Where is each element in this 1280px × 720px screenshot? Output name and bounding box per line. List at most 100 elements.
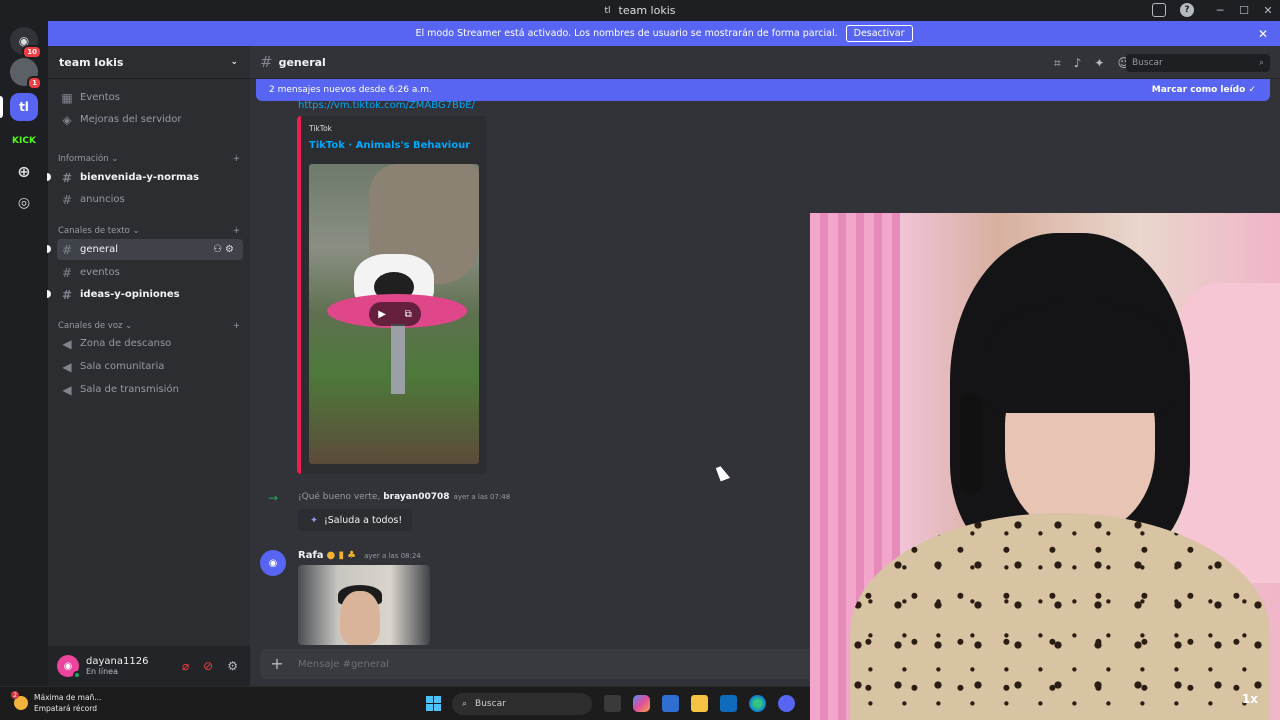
server-button-1[interactable]: 1 <box>10 58 42 90</box>
wave-button[interactable]: ✦ ¡Saluda a todos! <box>298 509 412 531</box>
message-image[interactable] <box>298 565 430 645</box>
bell-icon[interactable]: ♪ <box>1074 56 1082 71</box>
channel-sidebar: team lokis ⌄ ▦ Eventos ◈ Mejoras del ser… <box>47 46 250 686</box>
file-explorer-icon[interactable] <box>691 695 708 712</box>
attach-plus-icon[interactable]: + <box>268 655 286 673</box>
embed-video-thumbnail[interactable]: ▶ ⧉ <box>309 164 479 464</box>
add-channel-icon[interactable]: + <box>233 226 240 236</box>
minimize-button[interactable]: ─ <box>1208 4 1232 17</box>
voice-channel-sala-de-transmision[interactable]: ◀ Sala de transmisión <box>57 379 243 400</box>
sidebar-item-boosts[interactable]: ◈ Mejoras del servidor <box>57 109 243 130</box>
boost-icon: ◈ <box>62 112 72 127</box>
message-input[interactable] <box>298 658 698 670</box>
channel-label: Sala de transmisión <box>80 384 179 395</box>
channel-label: anuncios <box>80 194 125 205</box>
sidebar-item-label: Eventos <box>80 92 120 103</box>
search-icon: ⌕ <box>1258 58 1264 68</box>
hash-icon: # <box>61 287 73 302</box>
category-info[interactable]: Información ⌄ + <box>58 154 240 164</box>
banner-text: El modo Streamer está activado. Los nomb… <box>415 28 838 39</box>
hash-icon: # <box>61 265 73 280</box>
channel-bienvenida-y-normas[interactable]: # bienvenida-y-normas <box>57 167 243 188</box>
system-join-message: ¡Qué bueno verte, brayan00708 ayer a las … <box>298 492 511 502</box>
open-external-icon: ⧉ <box>404 308 412 320</box>
taskbar-apps <box>604 695 795 712</box>
discord-taskbar-icon[interactable] <box>778 695 795 712</box>
embed-provider[interactable]: TikTok <box>309 124 332 133</box>
voice-channel-zona-de-descanso[interactable]: ◀ Zona de descanso <box>57 333 243 354</box>
mark-as-read-button[interactable]: Marcar como leído ✓ <box>1152 85 1256 95</box>
close-icon[interactable]: ✕ <box>1258 27 1268 41</box>
embed-title[interactable]: TikTok · Animals's Behaviour <box>309 140 470 151</box>
weather-title: Máxima de mañ... <box>34 693 102 702</box>
add-server-button[interactable]: ⊕ <box>10 157 38 185</box>
message-author[interactable]: Rafa ● ▮ ♣ ayer a las 08:24 <box>298 550 421 561</box>
calendar-icon: ▦ <box>61 90 73 105</box>
message-link[interactable]: https://vm.tiktok.com/ZMABG7BbE/ <box>298 100 475 111</box>
channel-anuncios[interactable]: # anuncios <box>57 189 243 210</box>
category-text[interactable]: Canales de texto ⌄ + <box>58 226 240 236</box>
wave-button-label: ¡Saluda a todos! <box>323 514 403 526</box>
play-icon: ▶ <box>378 308 386 320</box>
username: dayana1126 <box>86 656 149 667</box>
add-channel-icon[interactable]: + <box>233 154 240 164</box>
speaker-icon: ◀ <box>62 382 72 397</box>
add-channel-icon[interactable]: + <box>233 321 240 331</box>
pin-icon[interactable]: ✦ <box>1094 56 1104 71</box>
channel-eventos[interactable]: # eventos <box>57 262 243 283</box>
avatar[interactable]: ◉ <box>57 655 81 679</box>
home-badge: 10 <box>22 45 42 59</box>
join-arrow-icon: → <box>268 491 279 505</box>
inbox-icon[interactable] <box>1152 3 1166 17</box>
timestamp: ayer a las 07:48 <box>453 493 511 501</box>
channel-general[interactable]: # general ⚇⚙ <box>57 239 243 260</box>
server-button-kick[interactable]: KICK <box>10 127 38 155</box>
unread-indicator <box>47 173 51 181</box>
webcam-overlay: 1x <box>810 213 1280 720</box>
explore-button[interactable]: ◎ <box>10 189 38 217</box>
weather-subtitle: Empatará récord <box>34 704 97 713</box>
disable-streamer-button[interactable]: Desactivar <box>845 25 913 42</box>
weather-widget[interactable]: 2 Máxima de mañ... Empatará récord <box>11 691 102 714</box>
home-discord-button[interactable]: ◉ 10 <box>10 27 42 59</box>
channel-label: bienvenida-y-normas <box>80 172 200 183</box>
play-button[interactable]: ▶ ⧉ <box>369 302 421 326</box>
online-status-dot <box>73 671 81 679</box>
category-voice[interactable]: Canales de voz ⌄ + <box>58 321 240 331</box>
hash-icon: # <box>61 242 73 257</box>
chevron-down-icon: ⌄ <box>230 57 238 67</box>
search-icon: ⌕ <box>462 699 468 709</box>
server-icon: tl <box>604 5 611 16</box>
new-messages-bar[interactable]: 2 mensajes nuevos desde 6:26 a.m. Marcar… <box>256 79 1270 101</box>
playback-speed-label: 1x <box>1241 692 1258 706</box>
hash-icon: # <box>61 192 73 207</box>
role-badges-icon: ● ▮ ♣ <box>326 550 357 561</box>
close-window-button[interactable]: ✕ <box>1256 4 1280 17</box>
channel-settings-icon[interactable]: ⚇⚙ <box>213 244 237 255</box>
headphones-muted-icon[interactable]: ⊘ <box>203 659 213 673</box>
server-rail: ◉ 10 1 tl KICK ⊕ ◎ <box>0 21 48 686</box>
threads-icon[interactable]: ⌗ <box>1054 56 1061 71</box>
help-icon[interactable]: ? <box>1180 3 1194 17</box>
outlook-icon[interactable] <box>720 695 737 712</box>
edge-icon[interactable] <box>749 695 766 712</box>
task-view-icon[interactable] <box>604 695 621 712</box>
voice-channel-sala-comunitaria[interactable]: ◀ Sala comunitaria <box>57 356 243 377</box>
avatar[interactable]: ◉ <box>260 550 286 576</box>
maximize-button[interactable]: ☐ <box>1232 4 1256 17</box>
channel-ideas-y-opiniones[interactable]: # ideas-y-opiniones <box>57 284 243 305</box>
copilot-icon[interactable] <box>633 695 650 712</box>
speaker-icon: ◀ <box>62 359 72 374</box>
joined-username[interactable]: brayan00708 <box>383 492 449 502</box>
gear-icon[interactable]: ⚙ <box>227 659 238 673</box>
search-input[interactable]: Buscar ⌕ <box>1126 54 1270 72</box>
mic-muted-icon[interactable]: ⌀ <box>182 659 189 673</box>
store-icon[interactable] <box>662 695 679 712</box>
sidebar-item-events[interactable]: ▦ Eventos <box>57 87 243 108</box>
start-button[interactable] <box>426 696 441 711</box>
server-header[interactable]: team lokis ⌄ <box>48 46 250 79</box>
tiktok-embed: TikTok TikTok · Animals's Behaviour ▶ ⧉ <box>297 116 487 474</box>
category-label: Canales de voz <box>58 321 123 331</box>
server-button-team-lokis[interactable]: tl <box>10 93 38 121</box>
taskbar-search[interactable]: ⌕ Buscar <box>452 693 592 715</box>
